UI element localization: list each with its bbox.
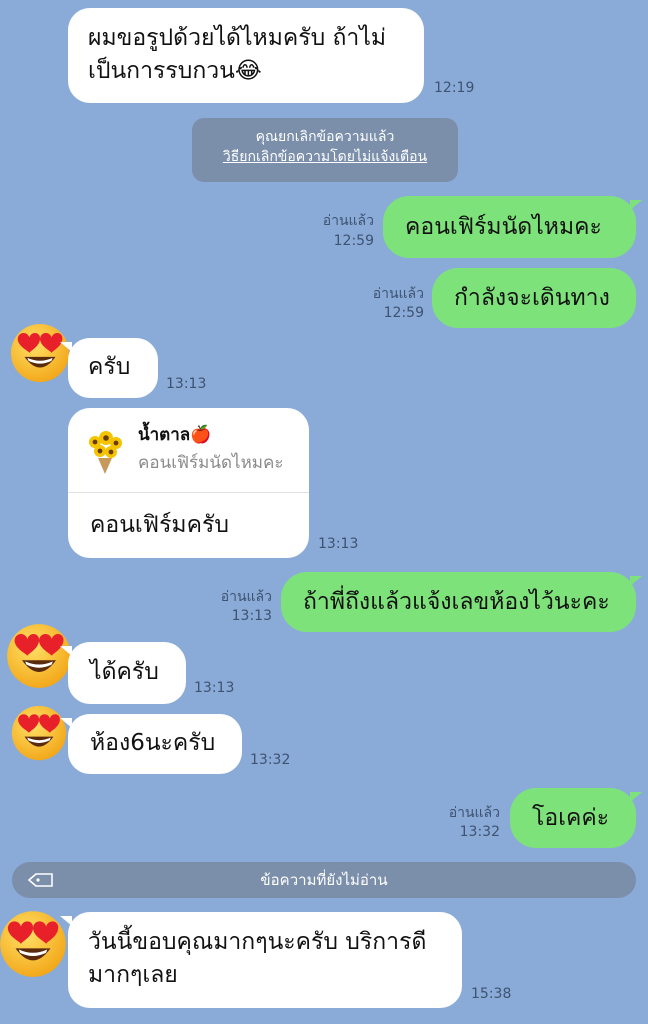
message-time: 13:13 xyxy=(194,680,235,696)
message-time: 13:32 xyxy=(250,752,291,768)
message-time: 12:59 xyxy=(383,305,424,321)
heart-eyes-emoji-icon[interactable] xyxy=(5,622,73,690)
message-time: 13:32 xyxy=(459,824,500,840)
message-text: ผมขอรูปด้วยได้ไหมครับ ถ้าไม่ xyxy=(88,25,387,51)
reply-sender-name: น้ำตาล🍎 xyxy=(138,425,212,445)
bubble-tail xyxy=(60,342,72,352)
message-text: วันนี้ขอบคุณมากๆนะครับ บริการดี xyxy=(88,929,427,955)
bubble-tail xyxy=(630,576,642,586)
heart-eyes-emoji-icon[interactable] xyxy=(10,704,68,762)
message-text: ห้อง6นะครับ xyxy=(90,730,216,756)
read-receipt: อ่านแล้ว xyxy=(372,286,424,302)
message-bubble[interactable]: ถ้าพี่ถึงแล้วแจ้งเลขห้องไว้นะคะ xyxy=(281,572,636,632)
bubble-tail xyxy=(630,200,642,210)
reply-message-bubble[interactable]: น้ำตาล🍎 คอนเฟิร์มนัดไหมคะ คอนเฟิร์มครับ xyxy=(68,408,309,558)
message-bubble[interactable]: ผมขอรูปด้วยได้ไหมครับ ถ้าไม่ เป็นการรบกว… xyxy=(68,8,424,103)
read-receipt: อ่านแล้ว xyxy=(322,213,374,229)
message-text: เป็นการรบกวน😂 xyxy=(88,58,262,84)
reply-preview[interactable]: น้ำตาล🍎 คอนเฟิร์มนัดไหมคะ xyxy=(68,408,309,493)
bubble-tail xyxy=(630,792,642,802)
message-time: 15:38 xyxy=(471,986,512,1002)
message-text: คอนเฟิร์มนัดไหมคะ xyxy=(405,213,602,240)
message-text: คอนเฟิร์มครับ xyxy=(90,512,229,538)
message-time: 12:19 xyxy=(434,80,475,96)
message-time: 13:13 xyxy=(318,536,359,552)
message-bubble[interactable]: ได้ครับ xyxy=(68,642,186,704)
heart-eyes-emoji-icon[interactable] xyxy=(9,322,71,384)
bubble-tail xyxy=(60,718,72,728)
message-time: 13:13 xyxy=(166,376,207,392)
read-receipt: อ่านแล้ว xyxy=(448,805,500,821)
unread-divider-text: ข้อความที่ยังไม่อ่าน xyxy=(260,871,388,889)
unsend-notice: คุณยกเลิกข้อความแล้ว วิธียกเลิกข้อความโด… xyxy=(192,118,458,182)
message-time: 12:59 xyxy=(333,233,374,249)
message-text: ถ้าพี่ถึงแล้วแจ้งเลขห้องไว้นะคะ xyxy=(303,588,610,615)
message-bubble[interactable]: คอนเฟิร์มนัดไหมคะ xyxy=(383,196,636,258)
message-text: ครับ xyxy=(88,354,131,380)
unsend-help-link[interactable]: วิธียกเลิกข้อความโดยไม่แจ้งเตือน xyxy=(192,147,458,167)
sunflower-bouquet-icon xyxy=(89,431,122,474)
message-bubble[interactable]: กำลังจะเดินทาง xyxy=(432,268,636,328)
bubble-tail xyxy=(60,646,72,656)
message-text: ได้ครับ xyxy=(90,659,159,685)
reply-quoted-text: คอนเฟิร์มนัดไหมคะ xyxy=(138,453,284,473)
message-text: โอเคค่ะ xyxy=(532,804,610,831)
message-bubble[interactable]: ครับ xyxy=(68,338,158,398)
message-text: กำลังจะเดินทาง xyxy=(454,284,610,311)
heart-eyes-emoji-icon[interactable] xyxy=(0,906,68,982)
unread-divider: ข้อความที่ยังไม่อ่าน xyxy=(12,862,636,898)
message-bubble[interactable]: ห้อง6นะครับ xyxy=(68,714,242,774)
bubble-tail xyxy=(60,916,72,926)
message-time: 13:13 xyxy=(231,608,272,624)
message-bubble[interactable]: โอเคค่ะ xyxy=(510,788,636,848)
message-bubble[interactable]: วันนี้ขอบคุณมากๆนะครับ บริการดี มากๆเลย xyxy=(68,912,462,1008)
read-receipt: อ่านแล้ว xyxy=(220,589,272,605)
unsend-notice-text: คุณยกเลิกข้อความแล้ว xyxy=(255,129,395,145)
message-text: มากๆเลย xyxy=(88,962,178,988)
